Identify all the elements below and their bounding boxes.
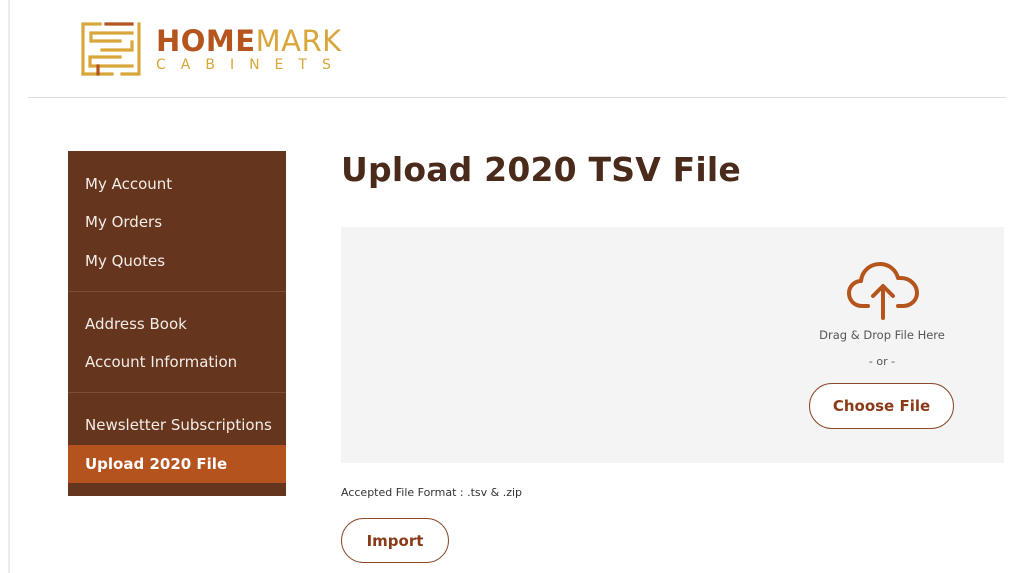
sidebar-item-account-information[interactable]: Account Information [68,343,286,381]
account-sidebar: My Account My Orders My Quotes Address B… [68,151,286,496]
sidebar-item-address-book[interactable]: Address Book [68,305,286,343]
drag-drop-text: Drag & Drop File Here [819,328,945,342]
header-divider [28,97,1006,98]
sidebar-item-my-account[interactable]: My Account [68,165,286,203]
sidebar-item-my-orders[interactable]: My Orders [68,203,286,241]
sidebar-divider [68,392,286,393]
site-header: HOMEMARK CABINETS [0,0,1014,98]
brand-name-light: MARK [255,23,342,58]
or-separator-text: - or - [868,355,896,368]
sidebar-item-newsletter-subscriptions[interactable]: Newsletter Subscriptions [68,406,286,444]
brand-name-bold: HOME [156,23,256,58]
brand-logo[interactable]: HOMEMARK CABINETS [80,20,346,78]
accepted-format-note: Accepted File Format : .tsv & .zip [341,486,523,499]
file-dropzone[interactable]: Drag & Drop File Here - or - Choose File [341,227,1004,463]
sidebar-item-my-quotes[interactable]: My Quotes [68,242,286,280]
sidebar-divider [68,291,286,292]
page-title: Upload 2020 TSV File [341,150,741,189]
import-button[interactable]: Import [341,518,449,563]
choose-file-button[interactable]: Choose File [809,383,954,429]
homemark-logo-icon [81,22,141,76]
brand-subtitle: CABINETS [156,56,346,73]
sidebar-item-upload-2020-file[interactable]: Upload 2020 File [68,445,286,483]
cloud-upload-icon [847,262,919,320]
